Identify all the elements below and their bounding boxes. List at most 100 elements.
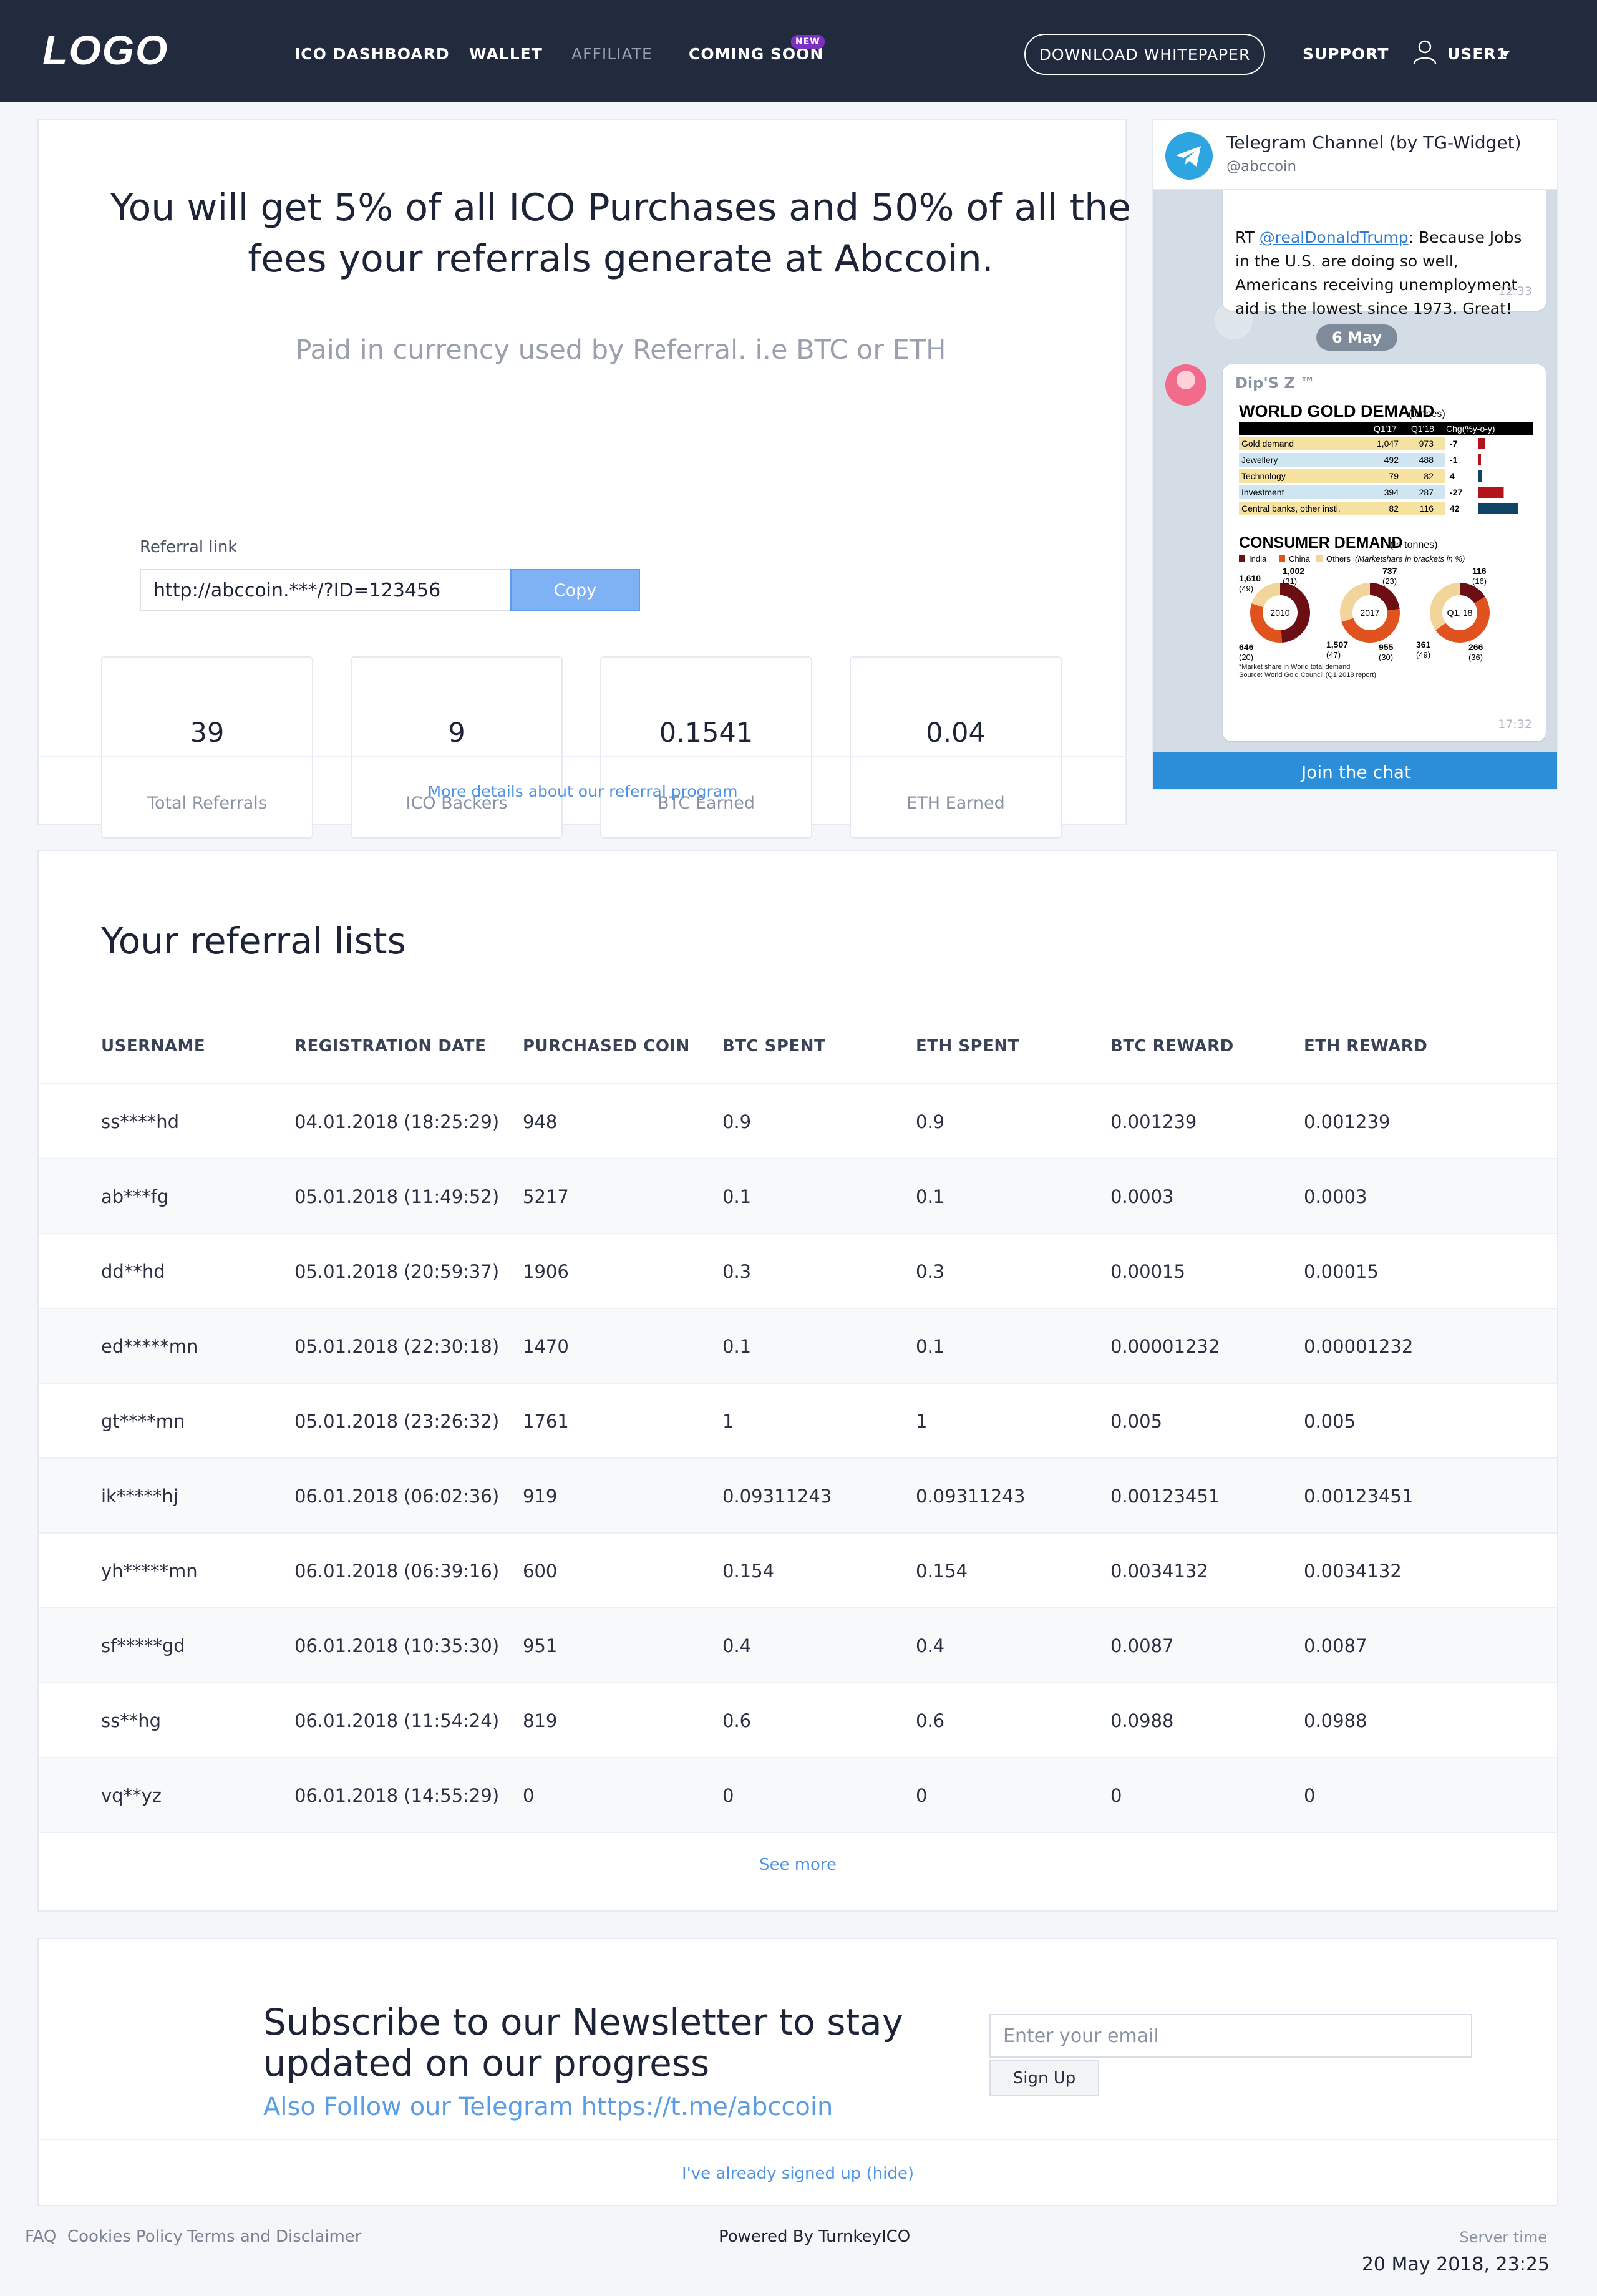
footer-cookies-policy[interactable]: Cookies Policy <box>67 2227 183 2246</box>
cell-registration-date: 06.01.2018 (10:35:30) <box>294 1635 500 1656</box>
legend-india: India <box>1249 554 1267 563</box>
donut-pct: (30) <box>1379 653 1393 662</box>
see-more-link[interactable]: See more <box>39 1856 1557 1874</box>
donut-value: 1,002 <box>1283 566 1304 576</box>
cell-eth-spent: 0.9 <box>916 1111 945 1132</box>
gold-change-bar <box>1478 438 1485 449</box>
cell-btc-reward: 0 <box>1110 1785 1122 1806</box>
cell-btc-spent: 0.09311243 <box>722 1486 832 1507</box>
top-navbar: LOGO ICO DASHBOARD WALLET AFFILIATE COMI… <box>0 0 1597 102</box>
donut-pct: (49) <box>1416 650 1430 659</box>
referral-link-input[interactable]: http://abccoin.***/?ID=123456 <box>140 569 512 611</box>
powered-by: Powered By TurnkeyICO <box>719 2227 911 2246</box>
message-bubble: Dip'S Z ™ WORLD GOLD DEMAND (tonnes) Q1'… <box>1223 364 1546 741</box>
cell-purchased-coin: 1761 <box>523 1411 569 1432</box>
telegram-icon[interactable] <box>1165 132 1213 180</box>
telegram-follow-link[interactable]: Also Follow our Telegram https://t.me/ab… <box>263 2093 833 2121</box>
gold-row-q18: 116 <box>1420 503 1434 513</box>
donut-value: 116 <box>1472 566 1487 576</box>
nav-ico-dashboard[interactable]: ICO DASHBOARD <box>294 45 450 63</box>
avatar[interactable] <box>1165 364 1206 406</box>
donut-label: 2010 <box>1270 608 1289 618</box>
newsletter-card: Subscribe to our Newsletter to stay upda… <box>37 1938 1558 2206</box>
download-whitepaper-button[interactable]: DOWNLOAD WHITEPAPER <box>1024 34 1265 75</box>
cell-btc-reward: 0.0034132 <box>1110 1560 1208 1582</box>
cell-btc-reward: 0.001239 <box>1110 1111 1197 1132</box>
nav-support[interactable]: SUPPORT <box>1303 45 1389 63</box>
donut-label: Q1,'18 <box>1447 608 1473 618</box>
email-input[interactable]: Enter your email <box>989 2014 1472 2058</box>
referral-list-card: Your referral lists USERNAME REGISTRATIO… <box>37 850 1558 1912</box>
user-menu[interactable]: USER1 <box>1447 45 1508 63</box>
footer-terms[interactable]: Terms and Disclaimer <box>187 2227 362 2246</box>
cell-eth-spent: 0.4 <box>916 1635 945 1656</box>
cell-btc-spent: 0 <box>722 1785 734 1806</box>
cell-btc-spent: 0.4 <box>722 1635 752 1656</box>
cell-purchased-coin: 1470 <box>523 1336 569 1357</box>
cell-eth-spent: 0.1 <box>916 1336 945 1357</box>
referral-subtitle: Paid in currency used by Referral. i.e B… <box>295 334 946 366</box>
cell-btc-reward: 0.00015 <box>1110 1261 1185 1282</box>
user-icon[interactable] <box>1412 39 1437 65</box>
message-author: Dip'S Z ™ <box>1235 374 1316 392</box>
referral-link-label: Referral link <box>140 538 238 557</box>
gold-row-q17: 394 <box>1384 487 1399 497</box>
telegram-handle[interactable]: @abccoin <box>1226 158 1296 175</box>
cell-registration-date: 05.01.2018 (11:49:52) <box>294 1186 500 1207</box>
cell-purchased-coin: 1906 <box>523 1261 569 1282</box>
gold-row-name: Investment <box>1241 487 1284 497</box>
infographic-unit: (tonnes) <box>1409 409 1445 419</box>
col-btc-spent: BTC SPENT <box>722 1037 826 1056</box>
telegram-header: Telegram Channel (by TG-Widget) @abccoin <box>1153 120 1557 190</box>
consumer-title: CONSUMER DEMAND <box>1239 534 1403 552</box>
col-chg: Chg(%y-o-y) <box>1446 424 1495 434</box>
col-q1-17: Q1'17 <box>1374 424 1397 434</box>
date-separator: 6 May <box>1316 324 1397 351</box>
col-eth-reward: ETH REWARD <box>1304 1037 1428 1056</box>
cell-eth-spent: 0.154 <box>916 1560 968 1582</box>
cell-eth-reward: 0.001239 <box>1304 1111 1391 1132</box>
join-chat-button[interactable]: Join the chat <box>1153 752 1557 789</box>
referral-more-link[interactable]: More details about our referral program <box>39 756 1127 825</box>
gold-demand-infographic[interactable]: WORLD GOLD DEMAND (tonnes) Q1'17 Q1'18 C… <box>1235 401 1537 688</box>
message-time: 17:32 <box>1498 718 1532 731</box>
legend-china: China <box>1289 554 1311 563</box>
hide-newsletter-link[interactable]: I've already signed up (hide) <box>39 2139 1557 2207</box>
gold-row-name: Gold demand <box>1241 439 1294 449</box>
sign-up-button[interactable]: Sign Up <box>989 2060 1099 2096</box>
cell-eth-spent: 0.6 <box>916 1710 945 1731</box>
mention-link[interactable]: @realDonaldTrump <box>1260 228 1409 246</box>
donut-pct: (23) <box>1382 576 1397 586</box>
infographic-title: WORLD GOLD DEMAND <box>1239 402 1434 421</box>
donut-value: 737 <box>1382 566 1397 576</box>
table-row: sf*****gd 06.01.2018 (10:35:30) 951 0.4 0.4 0… <box>39 1608 1557 1683</box>
donut-value: 646 <box>1239 642 1254 652</box>
referral-list-title: Your referral lists <box>101 920 406 962</box>
donut-pct: (20) <box>1239 653 1253 662</box>
table-row: ss**hg 06.01.2018 (11:54:24) 819 0.6 0.6 0.09… <box>39 1683 1557 1758</box>
cell-btc-spent: 1 <box>722 1411 734 1432</box>
telegram-title[interactable]: Telegram Channel (by TG-Widget) <box>1226 132 1522 153</box>
nav-wallet[interactable]: WALLET <box>469 45 543 63</box>
donut-pct: (16) <box>1472 576 1487 586</box>
cell-eth-reward: 0.00015 <box>1304 1261 1379 1282</box>
nav-affiliate[interactable]: AFFILIATE <box>571 45 653 63</box>
donut-label: 2017 <box>1360 608 1379 618</box>
gold-row-chg: 42 <box>1450 503 1460 513</box>
newsletter-title: Subscribe to our Newsletter to stay upda… <box>263 2001 904 2084</box>
cell-registration-date: 06.01.2018 (11:54:24) <box>294 1710 500 1731</box>
footer-faq[interactable]: FAQ <box>25 2227 56 2246</box>
cell-eth-reward: 0.0003 <box>1304 1186 1367 1207</box>
cell-username: yh*****mn <box>101 1560 198 1582</box>
cell-username: ed*****mn <box>101 1336 198 1357</box>
donut-value: 361 <box>1416 640 1431 649</box>
copy-button[interactable]: Copy <box>510 569 640 611</box>
donut-value: 266 <box>1468 642 1483 652</box>
cell-eth-spent: 0 <box>916 1785 928 1806</box>
gold-row-q18: 488 <box>1419 455 1434 465</box>
cell-eth-spent: 0.1 <box>916 1186 945 1207</box>
chevron-down-icon[interactable] <box>1501 51 1510 57</box>
col-eth-spent: ETH SPENT <box>916 1037 1019 1056</box>
logo[interactable]: LOGO <box>42 26 168 74</box>
cell-eth-spent: 1 <box>916 1411 928 1432</box>
